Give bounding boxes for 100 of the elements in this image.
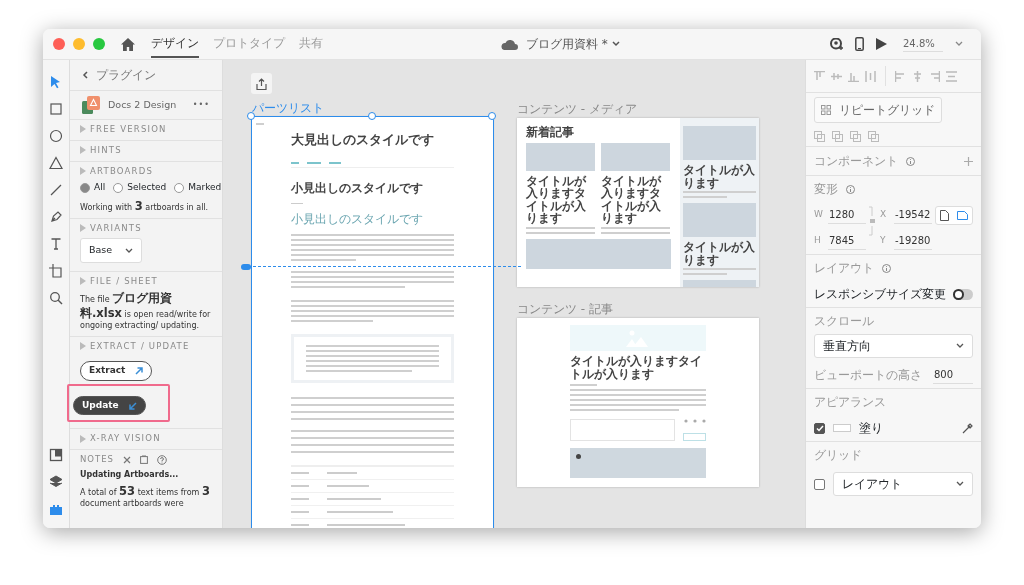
- ellipse-tool-icon[interactable]: [49, 128, 63, 143]
- align-left-icon[interactable]: [895, 70, 906, 82]
- text-lines-drawing: [256, 123, 264, 125]
- variant-select[interactable]: Base: [80, 238, 142, 263]
- section-label: レイアウト: [814, 260, 874, 277]
- arrow-up-right-icon: [135, 367, 144, 376]
- repeat-grid-button[interactable]: リピートグリッド: [814, 97, 942, 123]
- checkbox[interactable]: [814, 422, 825, 434]
- play-icon[interactable]: [876, 38, 887, 50]
- caret-icon: [956, 343, 964, 349]
- align-bottom-icon[interactable]: [848, 70, 859, 82]
- triangle-icon[interactable]: [80, 125, 86, 134]
- align-right-icon[interactable]: [929, 70, 940, 82]
- align-middle-icon[interactable]: [831, 70, 842, 82]
- triangle-tool-icon[interactable]: [49, 155, 63, 170]
- section-label: 変形: [814, 181, 838, 198]
- text-lines-drawing: [601, 226, 670, 234]
- distribute-icon[interactable]: [865, 70, 876, 82]
- distribute-horizontal-icon[interactable]: [946, 70, 957, 82]
- back-icon[interactable]: [82, 71, 88, 79]
- more-button[interactable]: •••: [192, 99, 210, 111]
- artboard[interactable]: タイトルが入りますタイトルが入ります: [517, 318, 759, 487]
- window-control[interactable]: [53, 38, 65, 50]
- align-top-icon[interactable]: [814, 70, 825, 82]
- color-swatch[interactable]: [833, 424, 851, 432]
- eyedropper-icon[interactable]: [962, 422, 973, 434]
- scroll-select[interactable]: 垂直方向: [814, 334, 973, 358]
- triangle-icon[interactable]: [80, 342, 86, 351]
- zoom-level[interactable]: 24.8%: [903, 36, 943, 52]
- subtract-icon[interactable]: [832, 131, 843, 142]
- home-icon[interactable]: [121, 37, 135, 51]
- user-icon[interactable]: [830, 37, 843, 51]
- pen-tool-icon[interactable]: [49, 209, 63, 224]
- assets-icon[interactable]: [49, 447, 63, 462]
- number-field[interactable]: 7845: [828, 232, 866, 250]
- notes-text: A total of 53 text items from 3 document artboards were: [80, 484, 211, 510]
- align-center-icon[interactable]: [912, 70, 923, 82]
- number-field[interactable]: -19542: [894, 206, 932, 224]
- info-icon[interactable]: [846, 184, 855, 194]
- card-title: タイトルが入ります: [683, 164, 756, 190]
- line-tool-icon[interactable]: [49, 182, 63, 197]
- radio-button[interactable]: [80, 183, 90, 193]
- window-control[interactable]: [93, 38, 105, 50]
- selection-handle[interactable]: [488, 112, 496, 120]
- rectangle-tool-icon[interactable]: [49, 101, 63, 116]
- close-icon[interactable]: [123, 455, 131, 464]
- document-title[interactable]: ブログ用資料 *: [526, 35, 608, 53]
- artboard[interactable]: 大見出しのスタイルです 小見出しのスタイルです 小見出しのスタイルです: [252, 117, 493, 528]
- tab[interactable]: デザイン: [151, 29, 199, 59]
- section-title: 新着記事: [526, 126, 575, 139]
- status-text: Working with 3 artboards in all.: [80, 198, 210, 214]
- help-icon[interactable]: [157, 454, 167, 465]
- lock-icon[interactable]: [869, 206, 877, 236]
- section-label: アピアランス: [814, 394, 887, 411]
- intersect-icon[interactable]: [850, 131, 861, 142]
- article-title: タイトルが入りますタイトルが入ります: [570, 355, 703, 381]
- info-icon[interactable]: [882, 263, 891, 273]
- caret-icon[interactable]: [955, 41, 963, 47]
- number-field[interactable]: -19280: [894, 232, 932, 250]
- action-button[interactable]: Update: [73, 395, 146, 416]
- info-icon[interactable]: [906, 156, 915, 166]
- grid-select[interactable]: レイアウト: [833, 472, 973, 496]
- triangle-icon[interactable]: [80, 434, 86, 443]
- radio-button[interactable]: [174, 183, 185, 193]
- checkbox[interactable]: [814, 478, 825, 490]
- triangle-icon[interactable]: [80, 166, 86, 175]
- field-label: Y: [880, 234, 887, 248]
- number-field[interactable]: 800: [933, 366, 973, 384]
- triangle-icon[interactable]: [80, 277, 86, 286]
- text-tool-icon[interactable]: [49, 236, 63, 251]
- radio-option[interactable]: All: [80, 181, 106, 195]
- radio-option[interactable]: Marked: [174, 181, 222, 195]
- share-button[interactable]: [251, 73, 272, 94]
- layers-icon[interactable]: [49, 474, 63, 489]
- card-title: タイトルが入りますタイトルが入ります: [601, 174, 663, 225]
- comment-field[interactable]: [570, 419, 675, 442]
- caret-icon[interactable]: [611, 41, 620, 47]
- action-button[interactable]: Extract: [80, 361, 153, 381]
- exclude-icon[interactable]: [868, 131, 879, 142]
- search-icon[interactable]: [49, 290, 63, 305]
- caret-icon: [125, 247, 133, 254]
- radio-option[interactable]: Selected: [113, 181, 167, 195]
- triangle-icon[interactable]: [80, 224, 86, 233]
- number-field[interactable]: 1280: [828, 206, 866, 224]
- plus-icon[interactable]: [964, 156, 973, 166]
- back-link[interactable]: プラグイン: [96, 66, 156, 84]
- social-icons-drawing: [684, 419, 706, 424]
- clipboard-icon[interactable]: [140, 455, 148, 465]
- toggle-switch[interactable]: [953, 288, 973, 300]
- radio-button[interactable]: [113, 183, 124, 193]
- section-label: コンポーネント: [814, 153, 898, 170]
- section-title: NOTES: [80, 453, 114, 466]
- artboard-tool-icon[interactable]: [49, 263, 63, 278]
- selection-handle[interactable]: [247, 112, 255, 120]
- selection-handle[interactable]: [367, 112, 376, 120]
- union-icon[interactable]: [814, 131, 825, 142]
- guide-handle[interactable]: [241, 264, 251, 270]
- triangle-icon[interactable]: [80, 146, 86, 155]
- artboard[interactable]: 新着記事 タイトルが入りますタイトルが入ります タイトルが入りますタイトルが入ります タイトルが入ります タイトルが入ります: [517, 118, 759, 287]
- phone-icon[interactable]: [855, 37, 864, 51]
